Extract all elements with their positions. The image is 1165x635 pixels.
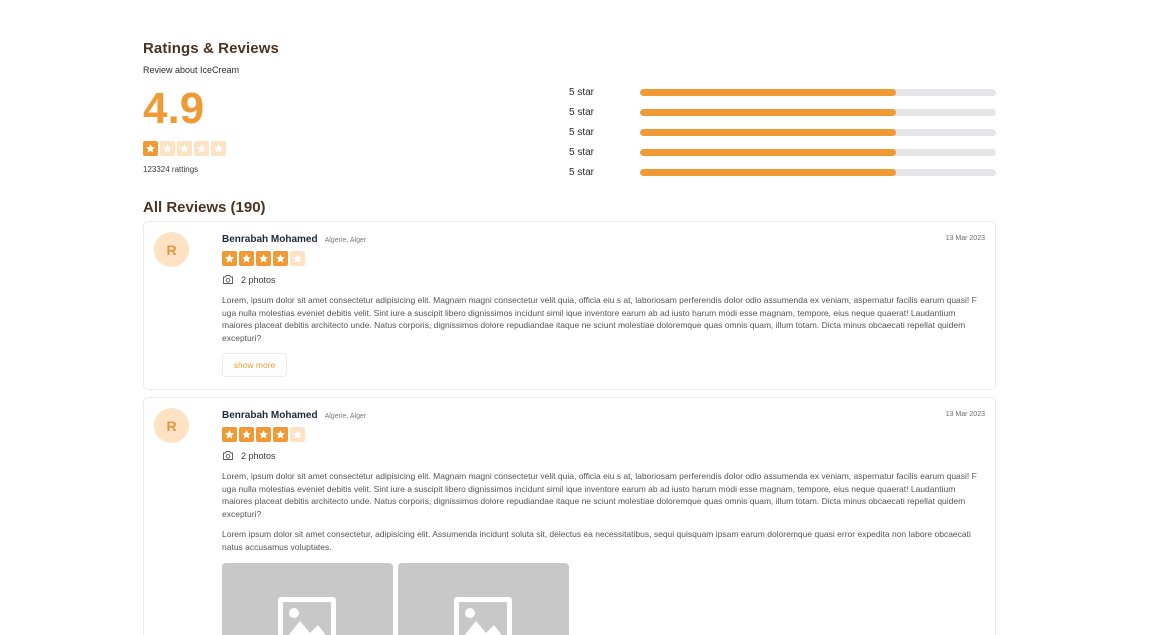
star-icon — [211, 141, 226, 156]
photos-link[interactable]: 2 photos — [222, 274, 985, 285]
star-icon — [290, 251, 305, 266]
distribution-fill — [640, 148, 897, 156]
star-icon — [222, 427, 237, 442]
star-icon — [239, 251, 254, 266]
average-rating: 4.9 — [143, 84, 205, 133]
distribution-label: 5 star — [569, 106, 595, 118]
distribution-fill — [640, 168, 897, 176]
photos-count: 2 photos — [241, 450, 276, 461]
star-icon — [143, 141, 158, 156]
avatar: R — [154, 232, 189, 267]
review-text: Lorem, ipsum dolor sit amet consectetur … — [222, 471, 977, 519]
avatar: R — [154, 408, 189, 443]
distribution-track — [640, 128, 996, 136]
rating-distribution: 5 star 5 star 5 star 5 star 5 star — [569, 82, 996, 182]
distribution-row: 5 star — [569, 162, 996, 182]
distribution-row: 5 star — [569, 122, 996, 142]
show-more-button[interactable]: show more — [222, 353, 287, 377]
star-icon — [256, 251, 271, 266]
review-text-extra: Lorem ipsum dolor sit amet consectetur, … — [222, 529, 971, 552]
star-icon — [239, 427, 254, 442]
distribution-row: 5 star — [569, 82, 996, 102]
review-photos — [222, 563, 985, 635]
photos-link[interactable]: 2 photos — [222, 450, 985, 461]
star-icon — [160, 141, 175, 156]
ratings-count: 123324 rattings — [143, 165, 199, 174]
distribution-fill — [640, 88, 897, 96]
average-stars — [143, 141, 226, 156]
distribution-fill — [640, 108, 897, 116]
review-photo[interactable] — [398, 563, 569, 635]
star-icon — [222, 251, 237, 266]
star-icon — [273, 427, 288, 442]
image-placeholder-icon — [454, 597, 512, 635]
review-photo[interactable] — [222, 563, 393, 635]
page-title: Ratings & Reviews — [143, 40, 279, 57]
star-icon — [194, 141, 209, 156]
star-icon — [290, 427, 305, 442]
review-header: Benrabah Mohamed Algerie, Alger — [222, 234, 985, 245]
distribution-track — [640, 108, 996, 116]
distribution-label: 5 star — [569, 146, 595, 158]
distribution-track — [640, 88, 996, 96]
review-stars — [222, 251, 985, 266]
distribution-label: 5 star — [569, 166, 595, 178]
camera-icon — [223, 275, 233, 284]
distribution-row: 5 star — [569, 142, 996, 162]
review-card: R Benrabah Mohamed Algerie, Alger 13 Mar… — [143, 221, 996, 390]
distribution-track — [640, 148, 996, 156]
reviewer-location: Algerie, Alger — [324, 237, 367, 244]
distribution-label: 5 star — [569, 86, 595, 98]
review-card: R Benrabah Mohamed Algerie, Alger 13 Mar… — [143, 397, 996, 635]
star-icon — [256, 427, 271, 442]
distribution-track — [640, 168, 996, 176]
distribution-label: 5 star — [569, 126, 595, 138]
camera-icon — [223, 451, 233, 460]
review-text: Lorem, ipsum dolor sit amet consectetur … — [222, 295, 977, 343]
image-placeholder-icon — [278, 597, 336, 635]
reviewer-location: Algerie, Alger — [324, 413, 367, 420]
distribution-fill — [640, 128, 897, 136]
rating-summary: 4.9 123324 rattings 5 star 5 star 5 star… — [143, 79, 996, 197]
review-date: 13 Mar 2023 — [945, 411, 985, 418]
reviewer-name: Benrabah Mohamed — [222, 410, 318, 421]
review-header: Benrabah Mohamed Algerie, Alger — [222, 410, 985, 421]
review-body: Benrabah Mohamed Algerie, Alger 13 Mar 2… — [222, 234, 985, 377]
review-stars — [222, 427, 985, 442]
star-icon — [177, 141, 192, 156]
ratings-page: Ratings & Reviews Review about IceCream … — [143, 40, 996, 216]
all-reviews-title: All Reviews (190) — [143, 199, 266, 216]
page-subtitle: Review about IceCream — [143, 65, 240, 75]
star-icon — [273, 251, 288, 266]
reviewer-name: Benrabah Mohamed — [222, 234, 318, 245]
distribution-row: 5 star — [569, 102, 996, 122]
review-date: 13 Mar 2023 — [945, 235, 985, 242]
photos-count: 2 photos — [241, 274, 276, 285]
review-body: Benrabah Mohamed Algerie, Alger 13 Mar 2… — [222, 410, 985, 635]
